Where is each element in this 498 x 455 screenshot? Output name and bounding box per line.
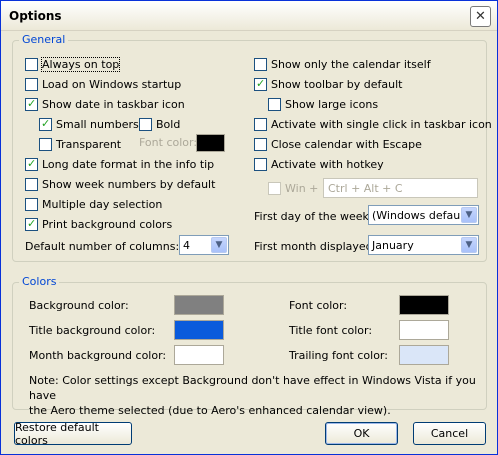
always-on-top-label: Always on top bbox=[40, 56, 121, 72]
checkbox-box[interactable] bbox=[39, 137, 52, 151]
multiple-day-selection-label: Multiple day selection bbox=[42, 197, 163, 211]
show-week-numbers-checkbox[interactable]: Show week numbers by default bbox=[25, 176, 215, 192]
first-day-text: First day of the week: bbox=[254, 209, 373, 223]
load-on-startup-label: Load on Windows startup bbox=[42, 77, 182, 91]
window-title: Options bbox=[9, 9, 62, 23]
options-dialog: Options ✕ General Always on top Load on … bbox=[0, 0, 498, 455]
ok-button-label: OK bbox=[353, 427, 370, 440]
taskbar-font-color-label: Font color: bbox=[139, 136, 198, 149]
show-large-icons-checkbox[interactable]: Show large icons bbox=[268, 96, 378, 112]
font-color-swatch[interactable] bbox=[399, 295, 449, 315]
default-columns-text: Default number of columns: bbox=[25, 239, 180, 253]
long-date-format-checkbox[interactable]: Long date format in the info tip bbox=[25, 156, 214, 172]
close-icon: ✕ bbox=[475, 9, 486, 24]
title-font-color-swatch[interactable] bbox=[399, 320, 449, 340]
checkbox-box-checked[interactable] bbox=[25, 97, 38, 111]
restore-default-colors-button[interactable]: Restore default colors bbox=[14, 420, 132, 447]
win-key-label: Win + bbox=[285, 181, 319, 195]
title-font-color-label: Title font color: bbox=[289, 324, 373, 337]
taskbar-font-color-swatch[interactable] bbox=[196, 134, 225, 152]
bold-label: Bold bbox=[156, 117, 181, 131]
show-toolbar-label: Show toolbar by default bbox=[271, 77, 403, 91]
cancel-button-label: Cancel bbox=[430, 427, 469, 440]
chevron-down-icon[interactable]: ▼ bbox=[211, 237, 227, 253]
checkbox-box-disabled[interactable] bbox=[268, 181, 281, 195]
multiple-day-selection-checkbox[interactable]: Multiple day selection bbox=[25, 196, 162, 212]
first-day-select[interactable]: (Windows default) ▼ bbox=[368, 205, 479, 225]
first-month-value: January bbox=[372, 238, 414, 252]
chevron-down-icon[interactable]: ▼ bbox=[461, 237, 477, 253]
colors-legend: Colors bbox=[19, 275, 60, 288]
background-color-label: Background color: bbox=[29, 299, 129, 312]
checkbox-box[interactable] bbox=[254, 57, 267, 71]
activate-hotkey-checkbox[interactable]: Activate with hotkey bbox=[254, 156, 384, 172]
first-month-select[interactable]: January ▼ bbox=[368, 235, 479, 255]
always-on-top-checkbox[interactable]: Always on top bbox=[25, 56, 121, 72]
checkbox-box[interactable] bbox=[268, 97, 281, 111]
show-large-icons-label: Show large icons bbox=[285, 97, 379, 111]
close-with-escape-label: Close calendar with Escape bbox=[271, 137, 422, 151]
close-button[interactable]: ✕ bbox=[470, 6, 491, 27]
transparent-checkbox[interactable]: Transparent bbox=[39, 136, 121, 152]
bold-checkbox[interactable]: Bold bbox=[139, 116, 180, 132]
month-background-color-label: Month background color: bbox=[29, 349, 167, 362]
checkbox-box[interactable] bbox=[254, 157, 267, 171]
title-bar[interactable]: Options ✕ bbox=[1, 1, 497, 31]
restore-button-label: Restore default colors bbox=[15, 420, 99, 447]
small-numbers-label: Small numbers bbox=[56, 117, 139, 131]
show-date-taskbar-checkbox[interactable]: Show date in taskbar icon bbox=[25, 96, 185, 112]
checkbox-box[interactable] bbox=[254, 137, 267, 151]
print-background-colors-label: Print background colors bbox=[42, 217, 173, 231]
print-background-colors-checkbox[interactable]: Print background colors bbox=[25, 216, 172, 232]
background-color-swatch[interactable] bbox=[174, 295, 224, 315]
checkbox-box-checked[interactable] bbox=[39, 117, 52, 131]
first-day-value: (Windows default) bbox=[372, 208, 472, 222]
checkbox-box-checked[interactable] bbox=[254, 77, 267, 91]
checkbox-box-checked[interactable] bbox=[25, 157, 38, 171]
activate-hotkey-label: Activate with hotkey bbox=[271, 157, 384, 171]
transparent-label: Transparent bbox=[56, 137, 122, 151]
default-columns-value: 4 bbox=[183, 238, 190, 252]
trailing-font-color-label: Trailing font color: bbox=[289, 349, 388, 362]
activate-single-click-label: Activate with single click in taskbar ic… bbox=[271, 117, 492, 131]
hotkey-input[interactable]: Ctrl + Alt + C bbox=[323, 178, 478, 198]
checkbox-box[interactable] bbox=[25, 197, 38, 211]
vista-note-line-2: the Aero theme selected (due to Aero's e… bbox=[29, 404, 391, 417]
cancel-button[interactable]: Cancel bbox=[413, 422, 486, 445]
small-numbers-checkbox[interactable]: Small numbers bbox=[39, 116, 139, 132]
show-only-calendar-checkbox[interactable]: Show only the calendar itself bbox=[254, 56, 431, 72]
first-month-text: First month displayed: bbox=[254, 239, 377, 253]
show-week-numbers-label: Show week numbers by default bbox=[42, 177, 216, 191]
default-columns-select[interactable]: 4 ▼ bbox=[179, 235, 229, 255]
activate-single-click-checkbox[interactable]: Activate with single click in taskbar ic… bbox=[254, 116, 492, 132]
first-month-label: First month displayed: bbox=[254, 238, 376, 254]
load-on-startup-checkbox[interactable]: Load on Windows startup bbox=[25, 76, 181, 92]
long-date-format-label: Long date format in the info tip bbox=[42, 157, 215, 171]
checkbox-box[interactable] bbox=[25, 77, 38, 91]
title-background-color-label: Title background color: bbox=[29, 324, 156, 337]
checkbox-box[interactable] bbox=[25, 57, 38, 71]
title-background-color-swatch[interactable] bbox=[174, 320, 224, 340]
trailing-font-color-swatch[interactable] bbox=[399, 345, 449, 365]
vista-note: Note: Color settings except Background d… bbox=[29, 373, 479, 418]
hotkey-value: Ctrl + Alt + C bbox=[328, 181, 403, 195]
default-columns-label: Default number of columns: bbox=[25, 238, 179, 254]
show-only-calendar-label: Show only the calendar itself bbox=[271, 57, 431, 71]
font-color-label: Font color: bbox=[289, 299, 348, 312]
close-with-escape-checkbox[interactable]: Close calendar with Escape bbox=[254, 136, 422, 152]
checkbox-box-checked[interactable] bbox=[25, 217, 38, 231]
show-date-taskbar-label: Show date in taskbar icon bbox=[42, 97, 185, 111]
vista-note-line-1: Note: Color settings except Background d… bbox=[29, 374, 476, 402]
ok-button[interactable]: OK bbox=[325, 422, 398, 445]
win-key-checkbox[interactable]: Win + bbox=[268, 180, 318, 196]
checkbox-box[interactable] bbox=[139, 117, 152, 131]
show-toolbar-checkbox[interactable]: Show toolbar by default bbox=[254, 76, 402, 92]
checkbox-box[interactable] bbox=[25, 177, 38, 191]
month-background-color-swatch[interactable] bbox=[174, 345, 224, 365]
chevron-down-icon[interactable]: ▼ bbox=[461, 207, 477, 223]
first-day-label: First day of the week: bbox=[254, 208, 373, 224]
general-legend: General bbox=[19, 33, 69, 46]
checkbox-box[interactable] bbox=[254, 117, 267, 131]
